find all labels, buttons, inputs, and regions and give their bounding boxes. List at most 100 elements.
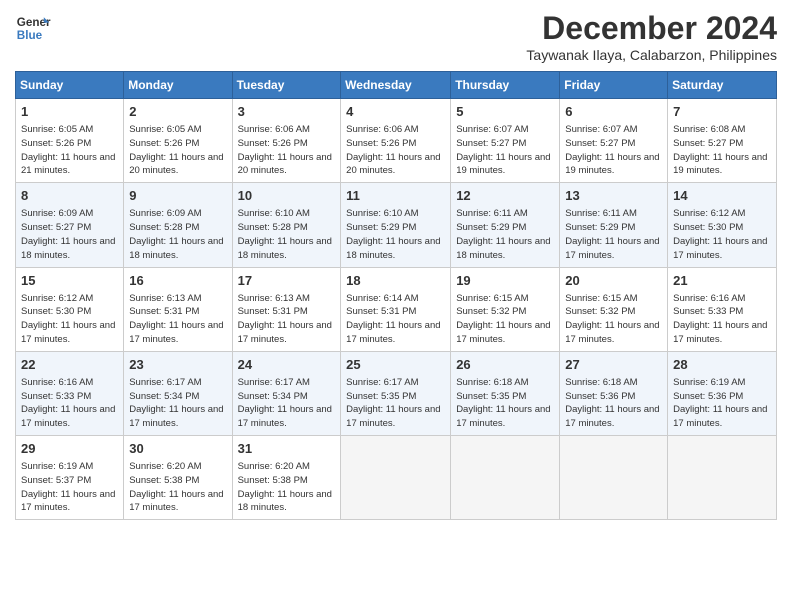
logo: General Blue — [15, 10, 51, 46]
day-number: 10 — [238, 187, 336, 205]
calendar-cell: 5 Sunrise: 6:07 AM Sunset: 5:27 PM Daylig… — [451, 99, 560, 183]
day-info: Sunrise: 6:12 AM Sunset: 5:30 PM Dayligh… — [673, 207, 771, 262]
day-info: Sunrise: 6:07 AM Sunset: 5:27 PM Dayligh… — [565, 123, 662, 178]
day-info: Sunrise: 6:05 AM Sunset: 5:26 PM Dayligh… — [129, 123, 226, 178]
calendar-cell: 28 Sunrise: 6:19 AM Sunset: 5:36 PM Dayli… — [668, 351, 777, 435]
svg-text:General: General — [17, 16, 51, 29]
day-number: 11 — [346, 187, 445, 205]
day-info: Sunrise: 6:17 AM Sunset: 5:34 PM Dayligh… — [129, 376, 226, 431]
day-number: 8 — [21, 187, 118, 205]
calendar-cell: 4 Sunrise: 6:06 AM Sunset: 5:26 PM Daylig… — [341, 99, 451, 183]
calendar-cell: 17 Sunrise: 6:13 AM Sunset: 5:31 PM Dayli… — [232, 267, 341, 351]
day-number: 18 — [346, 272, 445, 290]
logo-icon: General Blue — [15, 10, 51, 46]
day-info: Sunrise: 6:10 AM Sunset: 5:29 PM Dayligh… — [346, 207, 445, 262]
day-info: Sunrise: 6:15 AM Sunset: 5:32 PM Dayligh… — [456, 292, 554, 347]
svg-text:Blue: Blue — [17, 29, 43, 42]
day-number: 17 — [238, 272, 336, 290]
day-number: 5 — [456, 103, 554, 121]
day-number: 29 — [21, 440, 118, 458]
calendar-cell: 20 Sunrise: 6:15 AM Sunset: 5:32 PM Dayli… — [560, 267, 668, 351]
page-header: General Blue December 2024 Taywanak Ilay… — [15, 10, 777, 63]
day-info: Sunrise: 6:16 AM Sunset: 5:33 PM Dayligh… — [673, 292, 771, 347]
day-number: 28 — [673, 356, 771, 374]
day-number: 7 — [673, 103, 771, 121]
day-info: Sunrise: 6:08 AM Sunset: 5:27 PM Dayligh… — [673, 123, 771, 178]
day-info: Sunrise: 6:09 AM Sunset: 5:28 PM Dayligh… — [129, 207, 226, 262]
calendar-cell: 18 Sunrise: 6:14 AM Sunset: 5:31 PM Dayli… — [341, 267, 451, 351]
calendar-cell: 3Sunrise: 6:06 AM Sunset: 5:26 PM Daylig… — [232, 99, 341, 183]
day-info: Sunrise: 6:20 AM Sunset: 5:38 PM Dayligh… — [129, 460, 226, 515]
day-number: 30 — [129, 440, 226, 458]
calendar-cell: 19 Sunrise: 6:15 AM Sunset: 5:32 PM Dayli… — [451, 267, 560, 351]
day-info: Sunrise: 6:19 AM Sunset: 5:36 PM Dayligh… — [673, 376, 771, 431]
calendar-cell: 2Sunrise: 6:05 AM Sunset: 5:26 PM Daylig… — [124, 99, 232, 183]
day-number: 31 — [238, 440, 336, 458]
calendar-cell: 7 Sunrise: 6:08 AM Sunset: 5:27 PM Daylig… — [668, 99, 777, 183]
calendar-cell: 14Sunrise: 6:12 AM Sunset: 5:30 PM Dayli… — [668, 183, 777, 267]
calendar-cell: 16 Sunrise: 6:13 AM Sunset: 5:31 PM Dayli… — [124, 267, 232, 351]
day-number: 4 — [346, 103, 445, 121]
day-info: Sunrise: 6:13 AM Sunset: 5:31 PM Dayligh… — [129, 292, 226, 347]
calendar-cell — [560, 436, 668, 520]
day-info: Sunrise: 6:10 AM Sunset: 5:28 PM Dayligh… — [238, 207, 336, 262]
subtitle: Taywanak Ilaya, Calabarzon, Philippines — [526, 47, 777, 63]
day-info: Sunrise: 6:13 AM Sunset: 5:31 PM Dayligh… — [238, 292, 336, 347]
day-number: 20 — [565, 272, 662, 290]
calendar-cell: 23 Sunrise: 6:17 AM Sunset: 5:34 PM Dayli… — [124, 351, 232, 435]
day-number: 12 — [456, 187, 554, 205]
day-info: Sunrise: 6:05 AM Sunset: 5:26 PM Dayligh… — [21, 123, 118, 178]
column-header-friday: Friday — [560, 72, 668, 99]
calendar-cell: 10 Sunrise: 6:10 AM Sunset: 5:28 PM Dayli… — [232, 183, 341, 267]
day-number: 23 — [129, 356, 226, 374]
day-number: 21 — [673, 272, 771, 290]
calendar-cell: 24 Sunrise: 6:17 AM Sunset: 5:34 PM Dayli… — [232, 351, 341, 435]
day-number: 19 — [456, 272, 554, 290]
column-header-tuesday: Tuesday — [232, 72, 341, 99]
column-header-thursday: Thursday — [451, 72, 560, 99]
day-number: 26 — [456, 356, 554, 374]
main-title: December 2024 — [526, 10, 777, 47]
day-number: 22 — [21, 356, 118, 374]
calendar-cell: 13 Sunrise: 6:11 AM Sunset: 5:29 PM Dayli… — [560, 183, 668, 267]
day-info: Sunrise: 6:09 AM Sunset: 5:27 PM Dayligh… — [21, 207, 118, 262]
day-info: Sunrise: 6:11 AM Sunset: 5:29 PM Dayligh… — [565, 207, 662, 262]
calendar-cell: 26 Sunrise: 6:18 AM Sunset: 5:35 PM Dayli… — [451, 351, 560, 435]
day-number: 16 — [129, 272, 226, 290]
day-info: Sunrise: 6:18 AM Sunset: 5:36 PM Dayligh… — [565, 376, 662, 431]
day-info: Sunrise: 6:06 AM Sunset: 5:26 PM Dayligh… — [346, 123, 445, 178]
calendar-cell: 21 Sunrise: 6:16 AM Sunset: 5:33 PM Dayli… — [668, 267, 777, 351]
column-header-wednesday: Wednesday — [341, 72, 451, 99]
column-header-saturday: Saturday — [668, 72, 777, 99]
day-number: 24 — [238, 356, 336, 374]
calendar-cell — [451, 436, 560, 520]
calendar-cell: 27 Sunrise: 6:18 AM Sunset: 5:36 PM Dayli… — [560, 351, 668, 435]
calendar-cell: 30 Sunrise: 6:20 AM Sunset: 5:38 PM Dayli… — [124, 436, 232, 520]
calendar-cell — [341, 436, 451, 520]
column-header-sunday: Sunday — [16, 72, 124, 99]
day-info: Sunrise: 6:17 AM Sunset: 5:35 PM Dayligh… — [346, 376, 445, 431]
title-section: December 2024 Taywanak Ilaya, Calabarzon… — [526, 10, 777, 63]
day-info: Sunrise: 6:12 AM Sunset: 5:30 PM Dayligh… — [21, 292, 118, 347]
calendar-cell: 31Sunrise: 6:20 AM Sunset: 5:38 PM Dayli… — [232, 436, 341, 520]
day-info: Sunrise: 6:18 AM Sunset: 5:35 PM Dayligh… — [456, 376, 554, 431]
day-info: Sunrise: 6:14 AM Sunset: 5:31 PM Dayligh… — [346, 292, 445, 347]
calendar-cell — [668, 436, 777, 520]
calendar-cell: 1 Sunrise: 6:05 AM Sunset: 5:26 PM Daylig… — [16, 99, 124, 183]
day-number: 9 — [129, 187, 226, 205]
day-number: 13 — [565, 187, 662, 205]
calendar-cell: 22Sunrise: 6:16 AM Sunset: 5:33 PM Dayli… — [16, 351, 124, 435]
column-header-monday: Monday — [124, 72, 232, 99]
calendar-table: SundayMondayTuesdayWednesdayThursdayFrid… — [15, 71, 777, 520]
day-number: 15 — [21, 272, 118, 290]
day-number: 27 — [565, 356, 662, 374]
calendar-cell: 8 Sunrise: 6:09 AM Sunset: 5:27 PM Daylig… — [16, 183, 124, 267]
calendar-cell: 11 Sunrise: 6:10 AM Sunset: 5:29 PM Dayli… — [341, 183, 451, 267]
calendar-cell: 6Sunrise: 6:07 AM Sunset: 5:27 PM Daylig… — [560, 99, 668, 183]
calendar-cell: 29Sunrise: 6:19 AM Sunset: 5:37 PM Dayli… — [16, 436, 124, 520]
day-info: Sunrise: 6:17 AM Sunset: 5:34 PM Dayligh… — [238, 376, 336, 431]
calendar-cell: 12Sunrise: 6:11 AM Sunset: 5:29 PM Dayli… — [451, 183, 560, 267]
day-number: 1 — [21, 103, 118, 121]
day-info: Sunrise: 6:15 AM Sunset: 5:32 PM Dayligh… — [565, 292, 662, 347]
day-info: Sunrise: 6:07 AM Sunset: 5:27 PM Dayligh… — [456, 123, 554, 178]
